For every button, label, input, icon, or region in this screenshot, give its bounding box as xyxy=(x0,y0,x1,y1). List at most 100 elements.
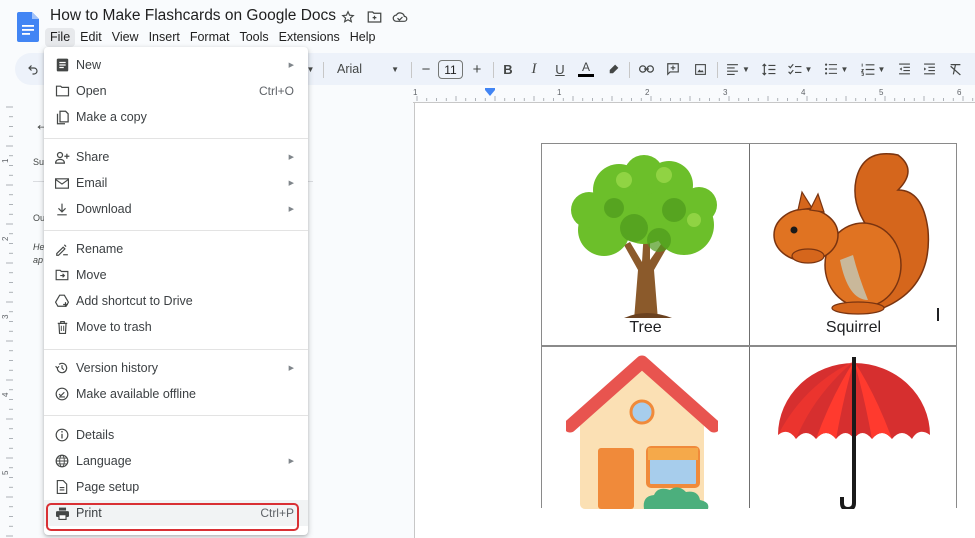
checklist-dropdown[interactable]: ▼ xyxy=(785,53,815,85)
menu-insert[interactable]: Insert xyxy=(144,28,185,47)
menu-item-label: Version history xyxy=(76,361,158,375)
decrease-indent-button[interactable] xyxy=(895,53,913,85)
move-folder-icon xyxy=(54,267,70,283)
bold-button[interactable]: B xyxy=(500,53,516,85)
decrease-font-size-button[interactable]: − xyxy=(418,53,434,85)
download-icon xyxy=(54,201,70,217)
menu-item-print[interactable]: Print Ctrl+P xyxy=(44,500,308,526)
menu-format[interactable]: Format xyxy=(185,28,235,47)
menu-file[interactable]: File xyxy=(45,28,76,47)
star-icon[interactable] xyxy=(340,9,356,25)
squirrel-image xyxy=(773,153,930,315)
outline-hint-line1: He xyxy=(33,242,45,252)
cloud-saved-icon[interactable] xyxy=(392,9,408,25)
first-line-indent-marker[interactable] xyxy=(485,88,495,90)
menu-item-label: Open xyxy=(76,84,107,98)
house-image xyxy=(566,355,718,509)
menu-item-make-a-copy[interactable]: Make a copy xyxy=(44,104,308,130)
increase-indent-button[interactable] xyxy=(920,53,938,85)
folder-icon xyxy=(54,83,70,99)
menu-item-email[interactable]: Email ▶ xyxy=(44,170,308,196)
italic-button[interactable]: I xyxy=(526,53,542,85)
ruler-label: 3 xyxy=(1,314,10,319)
add-comment-button[interactable] xyxy=(664,53,682,85)
menu-item-add-shortcut-to-drive[interactable]: Add shortcut to Drive xyxy=(44,288,308,314)
menu-item-label: Add shortcut to Drive xyxy=(76,294,193,308)
toolbar-divider xyxy=(717,62,718,78)
menu-item-label: Make a copy xyxy=(76,110,147,124)
menu-item-new[interactable]: New ▶ xyxy=(44,52,308,78)
horizontal-ruler[interactable]: 1 1 2 3 4 5 6 xyxy=(413,87,975,103)
copy-icon xyxy=(54,109,70,125)
document-title[interactable]: How to Make Flashcards on Google Docs xyxy=(50,7,336,25)
ruler-label: 3 xyxy=(723,88,728,97)
increase-indent-icon xyxy=(923,63,935,74)
menu-item-download[interactable]: Download ▶ xyxy=(44,196,308,222)
history-icon xyxy=(54,360,70,376)
line-spacing-button[interactable] xyxy=(760,53,778,85)
menu-separator xyxy=(44,138,308,139)
page-setup-icon xyxy=(54,479,70,495)
clear-formatting-button[interactable] xyxy=(946,53,964,85)
toolbar-divider xyxy=(323,62,324,78)
numbered-list-icon xyxy=(860,63,874,76)
rename-icon xyxy=(54,241,70,257)
caret-down-icon: ▼ xyxy=(804,64,813,74)
numbered-list-dropdown[interactable]: ▼ xyxy=(858,53,888,85)
flashcard-cell[interactable] xyxy=(750,347,957,509)
text-color-button[interactable]: A xyxy=(577,53,595,85)
ruler-label: 5 xyxy=(1,470,10,475)
flashcard-table[interactable]: Tree Squirrel xyxy=(541,143,957,509)
menu-tools[interactable]: Tools xyxy=(234,28,273,47)
menu-item-label: Download xyxy=(76,202,132,216)
menu-item-details[interactable]: Details xyxy=(44,422,308,448)
menu-item-open[interactable]: Open Ctrl+O xyxy=(44,78,308,104)
menu-separator xyxy=(44,349,308,350)
font-family-select[interactable]: Arial ▼ xyxy=(333,53,403,85)
flashcard-label: Squirrel xyxy=(825,319,882,336)
menu-item-move[interactable]: Move xyxy=(44,262,308,288)
menu-help[interactable]: Help xyxy=(345,28,381,47)
underline-button[interactable]: U xyxy=(552,53,568,85)
flashcard-cell[interactable]: Squirrel xyxy=(750,144,957,345)
menu-item-make-available-offline[interactable]: Make available offline xyxy=(44,381,308,407)
menu-view[interactable]: View xyxy=(107,28,144,47)
insert-image-button[interactable] xyxy=(691,53,709,85)
bulleted-list-dropdown[interactable]: ▼ xyxy=(821,53,851,85)
menu-item-language[interactable]: Language ▶ xyxy=(44,448,308,474)
flashcard-cell[interactable] xyxy=(542,347,749,509)
highlight-color-button[interactable] xyxy=(605,53,621,85)
menu-item-label: Move to trash xyxy=(76,320,152,334)
menu-item-rename[interactable]: Rename xyxy=(44,236,308,262)
menu-item-share[interactable]: Share ▶ xyxy=(44,144,308,170)
vertical-ruler[interactable]: 1 2 3 4 5 xyxy=(0,103,14,538)
menu-bar: File Edit View Insert Format Tools Exten… xyxy=(45,28,381,47)
increase-font-size-button[interactable]: + xyxy=(469,53,485,85)
share-person-icon xyxy=(54,149,70,165)
menu-edit[interactable]: Edit xyxy=(75,28,107,47)
toolbar-divider xyxy=(629,62,630,78)
indent-marker[interactable] xyxy=(485,90,495,96)
ruler-label: 6 xyxy=(957,88,962,97)
font-size-input[interactable]: 11 xyxy=(438,60,463,79)
menu-extensions[interactable]: Extensions xyxy=(274,28,345,47)
submenu-arrow-icon: ▶ xyxy=(288,62,294,69)
text-cursor xyxy=(937,308,939,321)
flashcard-cell[interactable]: Tree xyxy=(542,144,749,345)
undo-button[interactable] xyxy=(23,53,43,85)
line-spacing-icon xyxy=(762,62,776,76)
menu-item-move-to-trash[interactable]: Move to trash xyxy=(44,314,308,340)
menu-item-label: Email xyxy=(76,176,108,190)
menu-item-shortcut: Ctrl+P xyxy=(260,506,294,520)
align-dropdown[interactable]: ▼ xyxy=(724,53,752,85)
printer-icon xyxy=(54,505,70,521)
google-docs-logo-icon[interactable] xyxy=(17,12,39,42)
insert-link-button[interactable] xyxy=(637,53,655,85)
ruler-label: 1 xyxy=(413,88,418,97)
menu-item-version-history[interactable]: Version history ▶ xyxy=(44,355,308,381)
decrease-indent-icon xyxy=(898,63,910,74)
toolbar-divider xyxy=(493,62,494,78)
menu-item-page-setup[interactable]: Page setup xyxy=(44,474,308,500)
umbrella-image xyxy=(778,357,930,509)
move-folder-icon[interactable] xyxy=(366,9,382,25)
